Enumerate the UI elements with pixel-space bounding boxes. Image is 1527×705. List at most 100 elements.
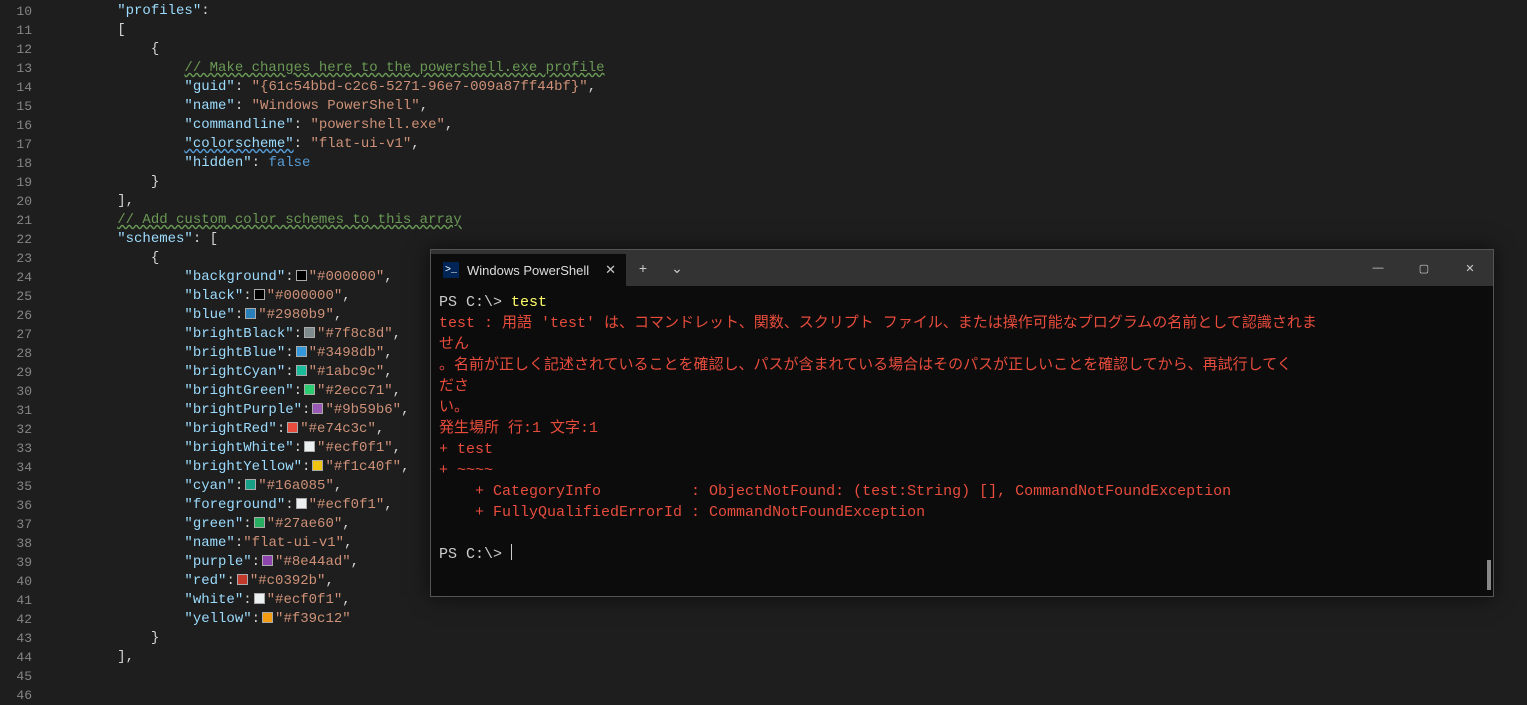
maximize-button[interactable]: ▢: [1401, 250, 1447, 286]
code-token: "#16a085": [258, 478, 334, 494]
terminal-titlebar[interactable]: >_ Windows PowerShell ✕ + ⌄ — ▢ ✕: [431, 250, 1493, 286]
line-number: 28: [0, 344, 32, 363]
code-token: "#7f8c8d": [317, 326, 393, 342]
code-line[interactable]: // Add custom color schemes to this arra…: [50, 211, 1527, 230]
line-number: 15: [0, 97, 32, 116]
code-token: [50, 459, 184, 475]
color-swatch: [296, 498, 307, 509]
code-token: "green": [184, 516, 243, 532]
line-number: 44: [0, 648, 32, 667]
terminal-body[interactable]: PS C:\> testtest : 用語 'test' は、コマンドレット、関…: [431, 286, 1493, 596]
code-token: [50, 421, 184, 437]
code-token: ,: [401, 459, 409, 475]
code-line[interactable]: "profiles":: [50, 2, 1527, 21]
close-button[interactable]: ✕: [1447, 250, 1493, 286]
code-token: :: [294, 117, 311, 133]
code-line[interactable]: }: [50, 173, 1527, 192]
color-swatch: [254, 289, 265, 300]
line-number: 41: [0, 591, 32, 610]
code-line[interactable]: "guid": "{61c54bbd-c2c6-5271-96e7-009a87…: [50, 78, 1527, 97]
code-token: "white": [184, 592, 243, 608]
code-token: "#c0392b": [250, 573, 326, 589]
code-token: "cyan": [184, 478, 234, 494]
code-token: [50, 60, 184, 76]
line-number: 19: [0, 173, 32, 192]
code-token: "#f39c12": [275, 611, 351, 627]
code-token: [50, 136, 184, 152]
code-token: "brightCyan": [184, 364, 285, 380]
color-swatch: [254, 593, 265, 604]
line-number: 27: [0, 325, 32, 344]
color-swatch: [304, 327, 315, 338]
code-token: }: [50, 174, 159, 190]
code-line[interactable]: // Make changes here to the powershell.e…: [50, 59, 1527, 78]
code-token: ,: [393, 440, 401, 456]
terminal-scrollbar[interactable]: [1487, 560, 1491, 590]
code-token: [50, 212, 117, 228]
tab-close-button[interactable]: ✕: [605, 262, 616, 278]
code-token: "blue": [184, 307, 234, 323]
code-token: [50, 402, 184, 418]
code-token: ,: [342, 288, 350, 304]
code-token: :: [285, 364, 293, 380]
code-line[interactable]: "colorscheme": "flat-ui-v1",: [50, 135, 1527, 154]
code-token: "commandline": [184, 117, 293, 133]
line-number: 14: [0, 78, 32, 97]
code-token: [50, 345, 184, 361]
code-token: ,: [445, 117, 453, 133]
code-token: ,: [384, 345, 392, 361]
color-swatch: [287, 422, 298, 433]
code-line[interactable]: "name": "Windows PowerShell",: [50, 97, 1527, 116]
code-line[interactable]: ],: [50, 648, 1527, 667]
code-token: :: [201, 3, 209, 19]
tab-dropdown-button[interactable]: ⌄: [660, 250, 694, 286]
line-number: 34: [0, 458, 32, 477]
code-token: :: [294, 440, 302, 456]
line-number: 20: [0, 192, 32, 211]
code-token: "yellow": [184, 611, 251, 627]
line-number: 36: [0, 496, 32, 515]
code-line[interactable]: ],: [50, 192, 1527, 211]
terminal-window[interactable]: >_ Windows PowerShell ✕ + ⌄ — ▢ ✕ PS C:\…: [430, 249, 1494, 597]
terminal-prompt[interactable]: PS C:\>: [439, 544, 1485, 565]
code-token: [50, 383, 184, 399]
code-token: :: [226, 573, 234, 589]
code-token: ,: [344, 535, 352, 551]
terminal-error-line: 。名前が正しく記述されていることを確認し、パスが含まれている場合はそのパスが正し…: [439, 355, 1485, 376]
code-line[interactable]: "yellow":"#f39c12": [50, 610, 1527, 629]
code-token: "name": [184, 98, 234, 114]
code-token: ,: [325, 573, 333, 589]
titlebar-drag-region[interactable]: [694, 250, 1355, 286]
code-line[interactable]: }: [50, 629, 1527, 648]
code-token: "#8e44ad": [275, 554, 351, 570]
code-token: :: [302, 402, 310, 418]
terminal-tab[interactable]: >_ Windows PowerShell ✕: [431, 254, 626, 286]
code-line[interactable]: "commandline": "powershell.exe",: [50, 116, 1527, 135]
code-token: :: [252, 155, 269, 171]
line-number: 37: [0, 515, 32, 534]
terminal-error-line: い。: [439, 397, 1485, 418]
code-token: :: [243, 592, 251, 608]
terminal-error-line: + ~~~~: [439, 460, 1485, 481]
code-line[interactable]: "schemes": [: [50, 230, 1527, 249]
code-line[interactable]: {: [50, 40, 1527, 59]
code-token: [50, 307, 184, 323]
new-tab-button[interactable]: +: [626, 250, 660, 286]
code-line[interactable]: [: [50, 21, 1527, 40]
code-token: "#1abc9c": [309, 364, 385, 380]
code-token: : [: [193, 231, 218, 247]
code-token: "brightYellow": [184, 459, 302, 475]
minimize-button[interactable]: —: [1355, 250, 1401, 286]
code-token: "#2ecc71": [317, 383, 393, 399]
code-token: "Windows PowerShell": [252, 98, 420, 114]
line-number: 35: [0, 477, 32, 496]
code-token: ,: [342, 516, 350, 532]
line-number: 39: [0, 553, 32, 572]
line-number: 24: [0, 268, 32, 287]
code-line[interactable]: "hidden": false: [50, 154, 1527, 173]
code-token: {: [50, 41, 159, 57]
code-token: [50, 497, 184, 513]
line-number: 23: [0, 249, 32, 268]
line-number: 38: [0, 534, 32, 553]
code-token: ,: [342, 592, 350, 608]
